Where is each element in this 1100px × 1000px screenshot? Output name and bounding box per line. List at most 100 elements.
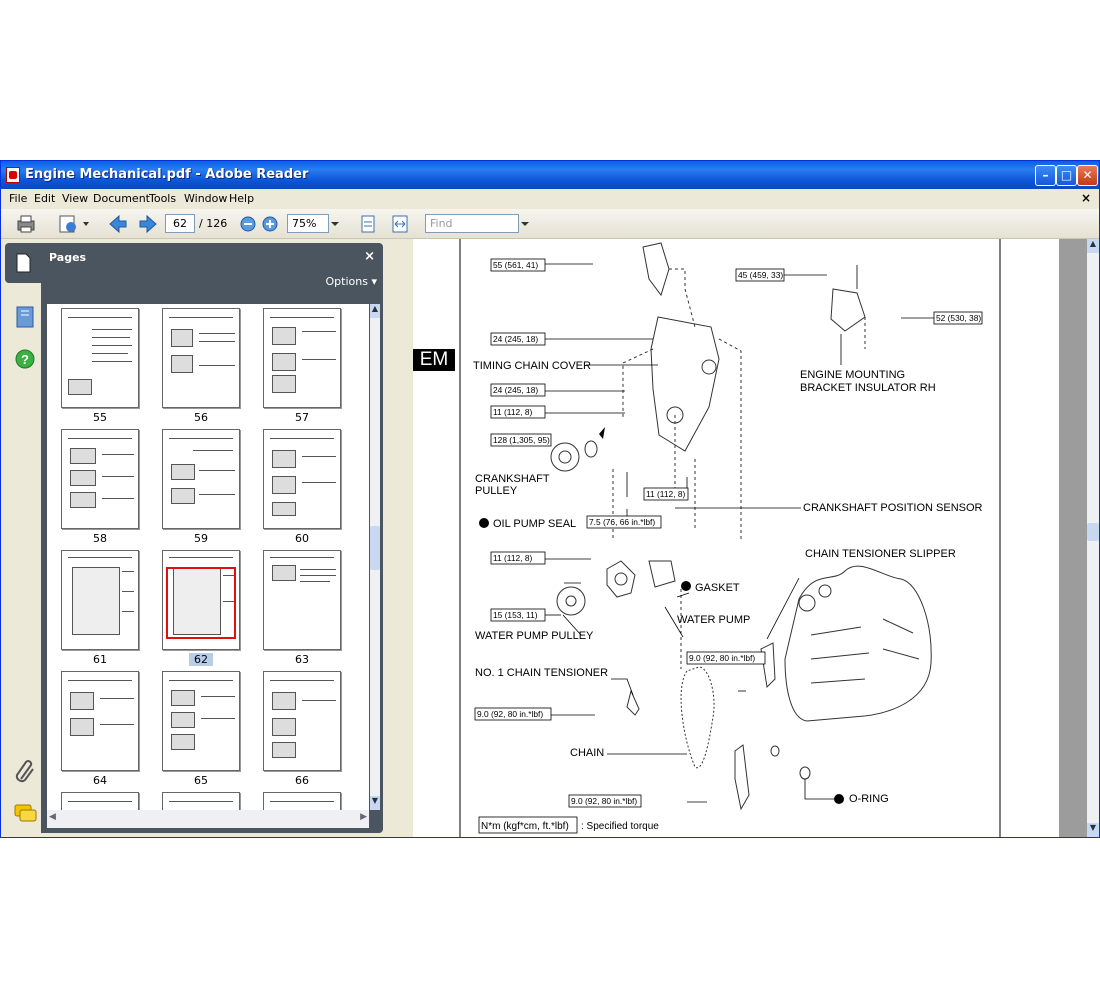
thumbnail-label: 66	[295, 774, 309, 787]
chain-tensioner-slipper-label: CHAIN TENSIONER SLIPPER	[805, 548, 956, 560]
comments-icon[interactable]	[9, 797, 41, 833]
scroll-thumb[interactable]	[1087, 523, 1099, 541]
water-pump-pulley-label: WATER PUMP PULLEY	[475, 630, 594, 642]
share-icon[interactable]	[57, 213, 91, 235]
thumbnail-label: 65	[194, 774, 208, 787]
scroll-down-icon[interactable]: ▼	[370, 796, 380, 810]
menu-help[interactable]: Help	[229, 192, 254, 205]
thumbnail-label: 59	[194, 532, 208, 545]
close-button[interactable]: ✕	[1077, 165, 1098, 186]
fit-page-icon[interactable]	[357, 213, 379, 235]
thumbnail-list: 55 56 57 58 59 60 61 62 63 64 65 66	[47, 304, 369, 828]
thumbnail-label: 57	[295, 411, 309, 424]
torque-label: 15 (153, 11)	[493, 610, 538, 620]
section-tab: EM	[413, 349, 455, 371]
thumbnail-label: 61	[93, 653, 107, 666]
close-document-icon[interactable]: ×	[1081, 191, 1091, 205]
thumbnail-label: 58	[93, 532, 107, 545]
legend-units: N*m (kgf*cm, ft.*lbf)	[481, 821, 569, 832]
o-ring-label: O-RING	[849, 793, 889, 805]
svg-text:?: ?	[21, 352, 29, 367]
thumbnail-label: 56	[194, 411, 208, 424]
legend-text: : Specified torque	[581, 821, 659, 832]
torque-label: 45 (459, 33)	[738, 270, 783, 280]
menu-window[interactable]: Window	[184, 192, 227, 205]
zoom-level-select[interactable]: 75%	[287, 214, 329, 233]
menu-edit[interactable]: Edit	[34, 192, 55, 205]
torque-label: 9.0 (92, 80 in.*lbf)	[477, 709, 543, 719]
menu-view[interactable]: View	[62, 192, 88, 205]
thumbnail-label: 64	[93, 774, 107, 787]
thumbnail-vertical-scrollbar[interactable]: ▲ ▼	[370, 304, 380, 810]
gasket-label: GASKET	[695, 582, 740, 594]
torque-label: 24 (245, 18)	[493, 334, 538, 344]
thumbnail-label: 55	[93, 411, 107, 424]
toolbar: 62 / 126 75% Find	[1, 209, 1099, 239]
chain-tensioner-label: NO. 1 CHAIN TENSIONER	[475, 667, 608, 679]
maximize-button[interactable]: □	[1056, 165, 1077, 186]
scroll-up-icon[interactable]: ▲	[1087, 239, 1099, 253]
scroll-right-icon[interactable]: ▶	[360, 812, 367, 822]
app-window: Engine Mechanical.pdf - Adobe Reader – □…	[0, 160, 1100, 838]
total-pages: 126	[206, 217, 228, 230]
document-vertical-scrollbar[interactable]: ▲ ▼	[1087, 239, 1099, 837]
torque-label: 9.0 (92, 80 in.*lbf)	[689, 653, 755, 663]
options-menu[interactable]: Options ▾	[326, 275, 377, 288]
oil-pump-seal-label: OIL PUMP SEAL	[493, 518, 576, 530]
pages-tab[interactable]	[5, 243, 41, 283]
engine-diagram: 55 (561, 41) 45 (459, 33) 52 (530, 38) 2…	[459, 239, 1001, 837]
scroll-thumb[interactable]	[370, 526, 380, 570]
torque-label: 24 (245, 18)	[493, 385, 538, 395]
chain-label: CHAIN	[570, 747, 604, 759]
content-area: ? Pages × Options ▾ 55 56 57 58 59 60 61…	[1, 239, 1099, 837]
adobe-reader-icon	[6, 167, 20, 183]
pages-icon	[16, 253, 31, 273]
scroll-up-icon[interactable]: ▲	[370, 304, 380, 318]
torque-label: 9.0 (92, 80 in.*lbf)	[571, 796, 637, 806]
timing-chain-cover-label: TIMING CHAIN COVER	[473, 360, 591, 372]
page-number-input[interactable]: 62	[165, 214, 195, 233]
torque-label: 55 (561, 41)	[493, 260, 538, 270]
zoom-in-icon[interactable]	[259, 213, 281, 235]
view-region-indicator[interactable]	[166, 567, 236, 639]
torque-label: 128 (1,305, 95)	[493, 435, 550, 445]
menu-bar: File Edit View Document Tools Window Hel…	[1, 189, 1099, 209]
find-options-chevron-icon[interactable]	[519, 213, 531, 235]
bookmarks-icon[interactable]	[9, 301, 41, 337]
torque-label: 11 (112, 8)	[493, 407, 532, 417]
fit-width-icon[interactable]	[389, 213, 411, 235]
find-input[interactable]: Find	[425, 214, 519, 233]
torque-label: 52 (530, 38)	[936, 313, 981, 323]
page-separator: /	[199, 217, 203, 230]
document-page: 55 (561, 41) 45 (459, 33) 52 (530, 38) 2…	[413, 239, 1059, 837]
crankshaft-pulley-label-line1: CRANKSHAFT	[475, 473, 550, 485]
window-title: Engine Mechanical.pdf - Adobe Reader	[25, 167, 309, 182]
panel-close-icon[interactable]: ×	[364, 249, 375, 264]
next-page-icon[interactable]	[137, 213, 159, 235]
zoom-out-icon[interactable]	[237, 213, 259, 235]
title-bar[interactable]: Engine Mechanical.pdf - Adobe Reader – □…	[1, 161, 1099, 189]
attachments-icon[interactable]	[9, 753, 41, 789]
thumbnail-label: 60	[295, 532, 309, 545]
pages-panel: Pages × Options ▾ 55 56 57 58 59 60 61 6…	[41, 243, 383, 833]
navigation-strip: ?	[5, 243, 41, 833]
thumbnail-label: 63	[295, 653, 309, 666]
engine-mount-label-line2: BRACKET INSULATOR RH	[800, 382, 936, 394]
print-icon[interactable]	[15, 213, 37, 235]
crankshaft-position-sensor-label: CRANKSHAFT POSITION SENSOR	[803, 502, 983, 514]
crankshaft-pulley-label-line2: PULLEY	[475, 485, 518, 497]
previous-page-icon[interactable]	[107, 213, 129, 235]
help-icon[interactable]: ?	[9, 343, 41, 379]
thumbnail-label-selected: 62	[189, 653, 213, 666]
chevron-down-icon[interactable]	[329, 213, 341, 235]
menu-file[interactable]: File	[9, 192, 27, 205]
scroll-down-icon[interactable]: ▼	[1087, 823, 1099, 837]
minimize-button[interactable]: –	[1035, 165, 1056, 186]
menu-tools[interactable]: Tools	[149, 192, 176, 205]
scroll-left-icon[interactable]: ◀	[49, 812, 56, 822]
menu-document[interactable]: Document	[93, 192, 150, 205]
torque-label: 11 (112, 8)	[493, 553, 532, 563]
water-pump-label: WATER PUMP	[677, 614, 750, 626]
thumbnail-horizontal-scrollbar[interactable]: ◀ ▶	[47, 810, 369, 828]
torque-label: 7.5 (76, 66 in.*lbf)	[589, 517, 655, 527]
